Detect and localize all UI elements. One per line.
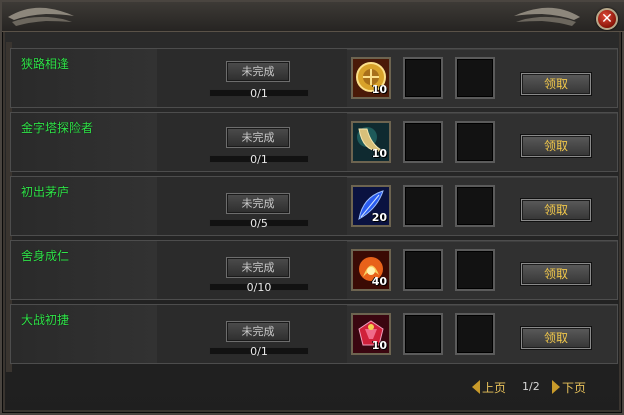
quest-name-cell: 狭路相逢 [11,49,157,107]
quest-name: 狭路相逢 [21,57,70,71]
prev-page-link[interactable]: 上页 [482,379,506,396]
right-wing-ornament-icon [514,7,580,26]
empty-reward-slot[interactable] [455,249,495,291]
quest-progress-cell: 未完成 0/1 [157,49,347,107]
pager: 上页 1/2 下页 [464,377,604,397]
progress-text: 0/10 [246,281,272,294]
reward-count: 10 [371,147,387,160]
quest-row: 大战初捷 未完成 0/1 10 领取 [10,304,618,364]
quest-name: 金字塔探险者 [21,121,94,135]
quest-name-cell: 初出茅庐 [11,177,157,235]
reward-slot[interactable]: 40 [351,249,391,291]
claim-button[interactable]: 领取 [521,199,591,221]
progress-text: 0/1 [250,153,268,166]
quest-status-button: 未完成 [226,127,290,148]
quest-name-cell: 舍身成仁 [11,241,157,299]
next-page-link[interactable]: 下页 [562,379,586,396]
quest-progress-cell: 未完成 0/5 [157,177,347,235]
quest-progress-cell: 未完成 0/1 [157,113,347,171]
claim-button[interactable]: 领取 [521,73,591,95]
page-indicator: 1/2 [522,380,540,393]
quest-row: 狭路相逢 未完成 0/1 10 领取 [10,48,618,108]
claim-button[interactable]: 领取 [521,263,591,285]
quest-row: 初出茅庐 未完成 0/5 20 领取 [10,176,618,236]
quest-status-button: 未完成 [226,257,290,278]
reward-count: 40 [371,275,387,288]
quest-name-cell: 大战初捷 [11,305,157,363]
progress-text: 0/1 [250,87,268,100]
claim-button[interactable]: 领取 [521,135,591,157]
reward-slot[interactable]: 20 [351,185,391,227]
next-arrow-icon[interactable] [552,380,560,394]
progress-text: 0/1 [250,345,268,358]
empty-reward-slot[interactable] [403,185,443,227]
quest-name: 大战初捷 [21,313,70,327]
close-icon: ✕ [601,11,613,27]
quest-name: 初出茅庐 [21,185,70,199]
quest-name: 舍身成仁 [21,249,70,263]
reward-count: 20 [371,211,387,224]
quest-row: 金字塔探险者 未完成 0/1 10 领取 [10,112,618,172]
quest-name-cell: 金字塔探险者 [11,113,157,171]
empty-reward-slot[interactable] [403,57,443,99]
reward-count: 10 [371,339,387,352]
empty-reward-slot[interactable] [403,121,443,163]
quest-status-button: 未完成 [226,193,290,214]
empty-reward-slot[interactable] [403,249,443,291]
quest-status-button: 未完成 [226,321,290,342]
reward-slot[interactable]: 10 [351,313,391,355]
reward-slot[interactable]: 10 [351,57,391,99]
progress-text: 0/5 [250,217,268,230]
close-button[interactable]: ✕ [596,8,618,30]
prev-arrow-icon[interactable] [472,380,480,394]
empty-reward-slot[interactable] [455,121,495,163]
empty-reward-slot[interactable] [403,313,443,355]
quest-status-button: 未完成 [226,61,290,82]
quest-row: 舍身成仁 未完成 0/10 40 领取 [10,240,618,300]
empty-reward-slot[interactable] [455,185,495,227]
quest-progress-cell: 未完成 0/1 [157,305,347,363]
empty-reward-slot[interactable] [455,57,495,99]
empty-reward-slot[interactable] [455,313,495,355]
title-bar: ✕ [2,2,624,32]
left-wing-ornament-icon [8,7,74,26]
quest-window: ✕ 狭路相逢 未完成 0/1 10 领取 金字塔探险者 未完成 0/1 10 领… [0,0,624,415]
quest-progress-cell: 未完成 0/10 [157,241,347,299]
claim-button[interactable]: 领取 [521,327,591,349]
reward-count: 10 [371,83,387,96]
reward-slot[interactable]: 10 [351,121,391,163]
